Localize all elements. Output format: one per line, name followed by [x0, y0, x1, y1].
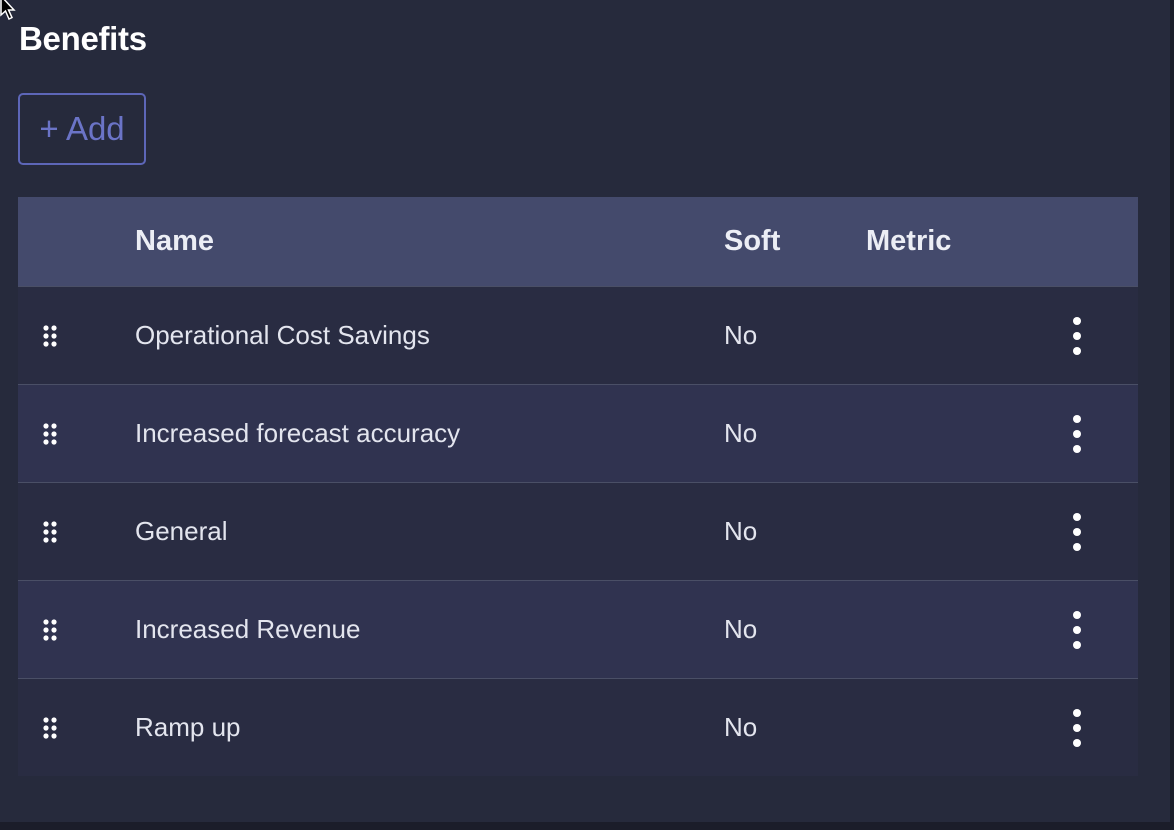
add-benefit-button[interactable]: + Add: [18, 93, 146, 165]
drag-handle-icon[interactable]: [40, 324, 60, 348]
row-soft: No: [724, 516, 758, 546]
table-row[interactable]: Increased forecast accuracy No: [18, 384, 1138, 482]
more-vertical-icon[interactable]: [1062, 316, 1092, 356]
column-header-name[interactable]: Name: [135, 197, 214, 286]
more-vertical-icon[interactable]: [1062, 512, 1092, 552]
page-title: Benefits: [19, 20, 147, 57]
column-header-metric[interactable]: Metric: [866, 197, 951, 286]
table-row[interactable]: Increased Revenue No: [18, 580, 1138, 678]
drag-handle-icon[interactable]: [40, 422, 60, 446]
more-vertical-icon[interactable]: [1062, 610, 1092, 650]
more-vertical-icon[interactable]: [1062, 708, 1092, 748]
table-row[interactable]: General No: [18, 482, 1138, 580]
row-soft: No: [724, 614, 758, 644]
row-name: Operational Cost Savings: [135, 320, 430, 350]
benefits-panel: Benefits + Add Name Soft Metric Operatio…: [0, 0, 1170, 822]
table-row[interactable]: Ramp up No: [18, 678, 1138, 776]
row-soft: No: [724, 320, 758, 350]
table-header: Name Soft Metric: [18, 197, 1138, 286]
drag-handle-icon[interactable]: [40, 716, 60, 740]
row-soft: No: [724, 418, 758, 448]
more-vertical-icon[interactable]: [1062, 414, 1092, 454]
benefits-table: Name Soft Metric Operational Cost Saving…: [18, 197, 1138, 776]
drag-handle-icon[interactable]: [40, 618, 60, 642]
table-row[interactable]: Operational Cost Savings No: [18, 286, 1138, 384]
row-name: Increased forecast accuracy: [135, 418, 461, 448]
row-soft: No: [724, 712, 758, 742]
column-header-soft[interactable]: Soft: [724, 197, 780, 286]
row-name: General: [135, 516, 228, 546]
drag-handle-icon[interactable]: [40, 520, 60, 544]
row-name: Increased Revenue: [135, 614, 361, 644]
row-name: Ramp up: [135, 712, 241, 742]
